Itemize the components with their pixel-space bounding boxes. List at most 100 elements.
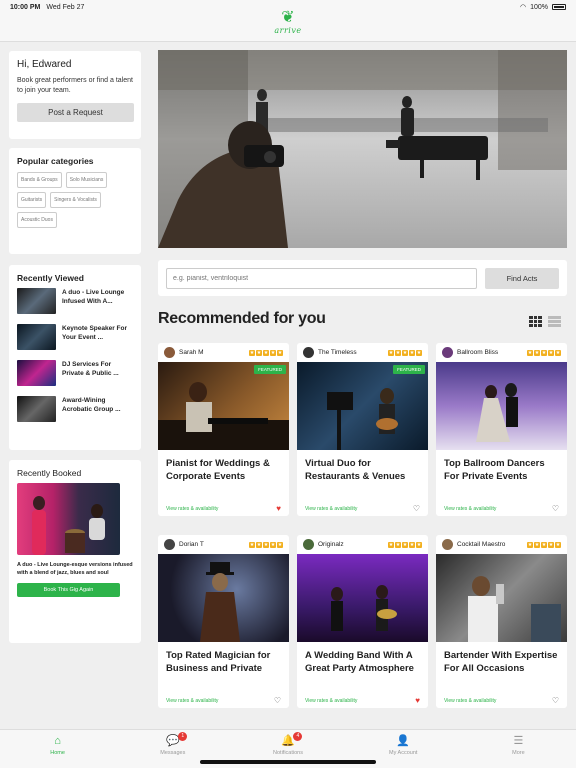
recent-thumbnail (17, 288, 56, 314)
rates-link[interactable]: View rates & availability (444, 698, 552, 704)
brand-name: arrive (274, 26, 302, 35)
rates-link[interactable]: View rates & availability (166, 506, 276, 512)
heart-filled-icon[interactable]: ♥ (276, 505, 281, 513)
booked-act-image[interactable] (17, 483, 120, 555)
search-bar: Find Acts (158, 260, 567, 296)
act-card[interactable]: Cocktail Maestro ★ ★ ★ ★ ★ Bartender With Exp… (436, 535, 567, 708)
greeting-title: Hi, Edwared (17, 59, 72, 70)
wifi-icon: ◠ (519, 4, 527, 11)
recent-item-title: DJ Services For Private & Public ... (62, 361, 119, 377)
category-chip[interactable]: Solo Musicians (65, 172, 108, 188)
act-card[interactable]: Dorian T ★ ★ ★ ★ ★ Top Rated Magician for Bus… (158, 535, 289, 708)
avatar (442, 347, 453, 358)
tab-label: Home (50, 750, 65, 756)
act-name: The Timeless (318, 349, 357, 356)
home-icon: ⌂ (54, 735, 61, 747)
tab-more[interactable]: ☰ More (461, 730, 576, 768)
featured-badge: FEATURED (254, 365, 286, 374)
heart-outline-icon[interactable]: ♡ (413, 505, 420, 513)
book-again-button[interactable]: Book This Gig Again (17, 583, 120, 597)
heart-outline-icon[interactable]: ♡ (552, 697, 559, 705)
notifications-badge: 4 (293, 732, 303, 741)
featured-badge: FEATURED (393, 365, 425, 374)
rating-stars: ★ ★ ★ ★ ★ (249, 541, 283, 548)
recently-viewed-item[interactable]: Award-Wining Acrobatic Group ... (17, 396, 133, 422)
rating-stars: ★ ★ ★ ★ ★ (388, 349, 422, 356)
act-title: A Wedding Band With A Great Party Atmosp… (305, 650, 414, 674)
act-card[interactable]: Originalz ★ ★ ★ ★ ★ A Wedding Band With A Gre… (297, 535, 428, 708)
list-view-icon[interactable] (548, 316, 561, 327)
heart-outline-icon[interactable]: ♡ (552, 505, 559, 513)
greeting-text: Book great performers or find a talent t… (17, 77, 133, 94)
messages-badge: 1 (178, 732, 188, 741)
act-image: FEATURED (158, 362, 289, 450)
recent-thumbnail (17, 396, 56, 422)
recent-item-title: A duo - Live Lounge Infused With A... (62, 289, 125, 305)
act-title: Virtual Duo for Restaurants & Venues (305, 458, 406, 482)
category-chip[interactable]: Singers & Vocalists (50, 192, 101, 208)
tab-label: Notifications (273, 750, 303, 756)
rates-link[interactable]: View rates & availability (166, 698, 274, 704)
status-time: 10:00 PM (10, 3, 41, 11)
avatar (164, 347, 175, 358)
bird-logo-icon: ❦ (281, 9, 295, 26)
avatar (303, 347, 314, 358)
greeting-card: Hi, Edwared Book great performers or fin… (9, 51, 141, 139)
act-card[interactable]: The Timeless ★ ★ ★ ★ ★ FEATURED Virtual Duo f… (297, 343, 428, 516)
rating-stars: ★ ★ ★ ★ ★ (527, 541, 561, 548)
home-indicator[interactable] (200, 760, 376, 764)
recently-viewed-item[interactable]: DJ Services For Private & Public ... (17, 360, 133, 386)
tab-label: More (512, 750, 525, 756)
heart-outline-icon[interactable]: ♡ (274, 697, 281, 705)
heart-filled-icon[interactable]: ♥ (415, 697, 420, 705)
recently-viewed-title: Recently Viewed (17, 273, 84, 283)
rates-link[interactable]: View rates & availability (444, 506, 552, 512)
battery-percent: 100% (530, 3, 548, 11)
act-card[interactable]: Sarah M ★ ★ ★ ★ ★ FEATURED Pianist for Weddin… (158, 343, 289, 516)
categories-title: Popular categories (17, 156, 94, 166)
person-icon: 👤 (396, 735, 411, 747)
rates-link[interactable]: View rates & availability (305, 698, 415, 704)
act-name: Ballroom Bliss (457, 349, 499, 356)
search-input[interactable] (166, 268, 477, 289)
recently-viewed-item[interactable]: Keynote Speaker For Your Event ... (17, 324, 133, 350)
tab-home[interactable]: ⌂ Home (0, 730, 115, 768)
act-name: Sarah M (179, 349, 204, 356)
booked-act-description: A duo - Live Lounge-esque versions infus… (17, 562, 133, 576)
act-image (158, 554, 289, 642)
act-title: Bartender With Expertise For All Occasio… (444, 650, 558, 674)
act-image (436, 362, 567, 450)
section-title: Recommended for you (158, 310, 326, 327)
rating-stars: ★ ★ ★ ★ ★ (388, 541, 422, 548)
avatar (442, 539, 453, 550)
category-chip[interactable]: Guitarists (17, 192, 47, 208)
category-chip[interactable]: Acoustic Duos (17, 212, 57, 228)
tab-label: Messages (160, 750, 186, 756)
hero-banner (158, 50, 567, 248)
popular-categories: Popular categories Bands & Groups Solo M… (9, 148, 141, 254)
view-toggle (529, 316, 561, 327)
act-title: Top Ballroom Dancers For Private Events (444, 458, 545, 482)
tab-label: My Account (388, 750, 418, 756)
post-request-button[interactable]: Post a Request (17, 103, 134, 122)
battery-icon (552, 4, 566, 10)
recently-viewed-item[interactable]: A duo - Live Lounge Infused With A... (17, 288, 133, 314)
recent-thumbnail (17, 360, 56, 386)
grid-view-icon[interactable] (529, 316, 542, 327)
category-chip[interactable]: Bands & Groups (17, 172, 62, 188)
act-image: FEATURED (297, 362, 428, 450)
avatar (164, 539, 175, 550)
find-acts-button[interactable]: Find Acts (485, 268, 559, 289)
rates-link[interactable]: View rates & availability (305, 506, 413, 512)
act-image (436, 554, 567, 642)
act-name: Cocktail Maestro (457, 541, 506, 548)
recently-booked: Recently Booked A duo - Live Lounge-esqu… (9, 460, 141, 643)
rating-stars: ★ ★ ★ ★ ★ (527, 349, 561, 356)
act-card[interactable]: Ballroom Bliss ★ ★ ★ ★ ★ Top Ballroom Dancers… (436, 343, 567, 516)
act-title: Pianist for Weddings & Corporate Events (166, 458, 270, 482)
act-name: Originalz (318, 541, 344, 548)
act-title: Top Rated Magician for Business and Priv… (166, 650, 271, 674)
menu-icon: ☰ (513, 735, 524, 747)
brand-logo[interactable]: ❦ arrive (272, 9, 304, 36)
recent-item-title: Keynote Speaker For Your Event ... (62, 325, 128, 341)
